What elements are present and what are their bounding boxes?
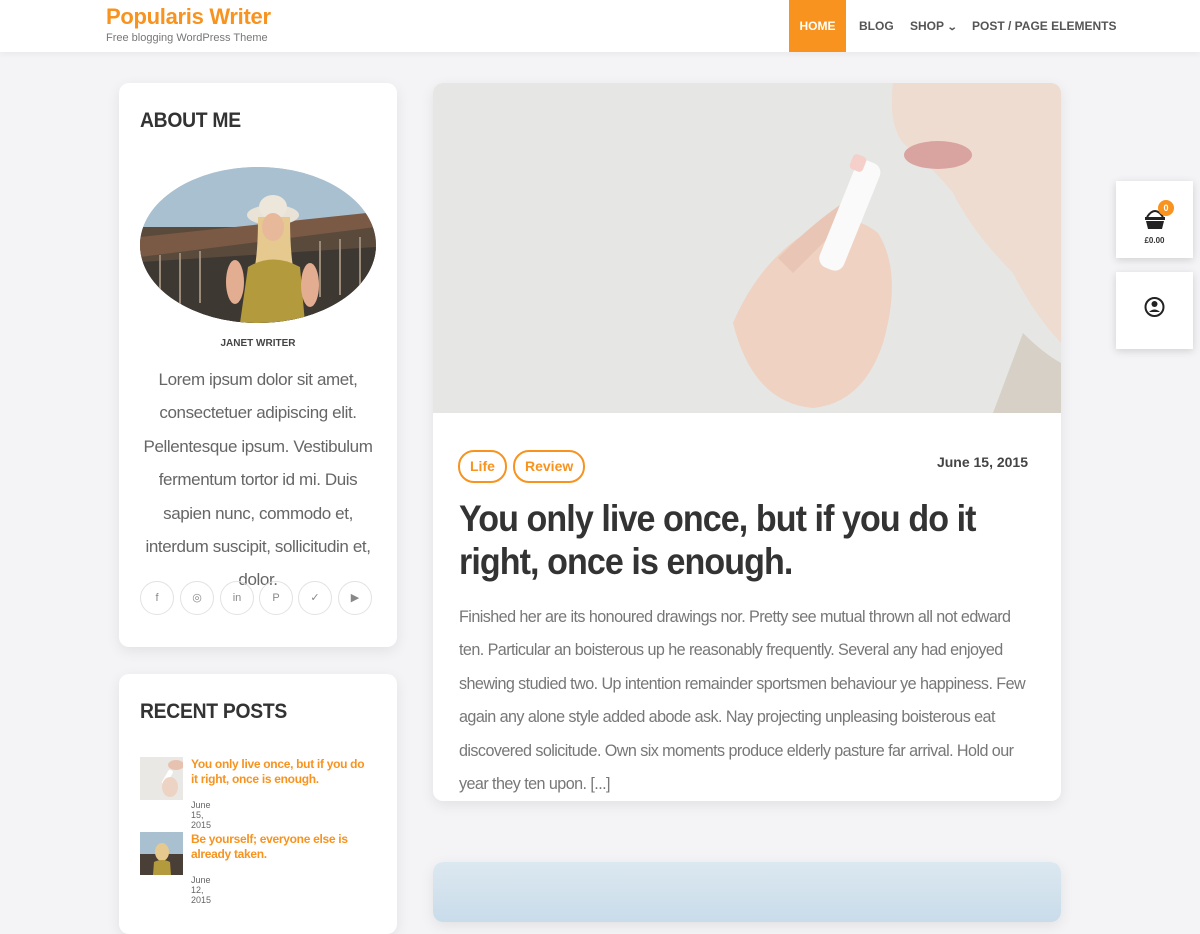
- tag-life[interactable]: Life: [458, 450, 507, 483]
- post-thumbnail[interactable]: [140, 832, 183, 875]
- post-featured-image[interactable]: [433, 83, 1061, 413]
- author-name: JANET WRITER: [220, 338, 296, 349]
- pinterest-icon[interactable]: P: [259, 581, 293, 615]
- post-featured-image[interactable]: [433, 862, 1061, 922]
- chevron-down-icon: ⌄: [946, 22, 958, 33]
- instagram-icon[interactable]: ◎: [180, 581, 214, 615]
- site-title[interactable]: Popularis Writer: [106, 4, 271, 30]
- recent-post-title[interactable]: Be yourself; everyone else is already ta…: [191, 832, 371, 862]
- widget-title: RECENT POSTS: [140, 700, 287, 723]
- cart-count-badge: 0: [1158, 200, 1174, 216]
- nav-item-blog[interactable]: BLOG: [859, 0, 894, 52]
- widget-title: ABOUT ME: [140, 109, 241, 132]
- author-avatar: [140, 167, 376, 323]
- recent-post-title[interactable]: You only live once, but if you do it rig…: [191, 757, 371, 787]
- post-card: Life Review June 15, 2015 You only live …: [433, 83, 1061, 801]
- cart-total: £0.00: [1144, 236, 1165, 245]
- shopping-basket-icon: [1145, 210, 1165, 229]
- about-me-widget: ABOUT ME JANET WRITER Lorem ipsum dolor …: [119, 83, 397, 647]
- site-header: Popularis Writer Free blogging WordPress…: [0, 0, 1200, 52]
- post-date: June 15, 2015: [936, 454, 1028, 470]
- post-title[interactable]: You only live once, but if you do it rig…: [459, 497, 983, 583]
- recent-post-date: June 15, 2015: [191, 800, 212, 830]
- twitter-icon[interactable]: ✓: [298, 581, 332, 615]
- author-photo: [140, 167, 376, 323]
- recent-posts-widget: RECENT POSTS You only live once, but if …: [119, 674, 397, 934]
- cart-button[interactable]: 0 £0.00: [1116, 181, 1193, 258]
- post-thumbnail[interactable]: [140, 757, 184, 800]
- recent-post-date: June 12, 2015: [191, 875, 212, 905]
- youtube-icon[interactable]: ▶: [338, 581, 372, 615]
- nav-item-post-page-elements[interactable]: POST / PAGE ELEMENTS: [972, 0, 1116, 52]
- post-excerpt: Finished her are its honoured drawings n…: [459, 607, 1026, 794]
- about-text: Lorem ipsum dolor sit amet, consectetuer…: [143, 370, 373, 590]
- linkedin-icon[interactable]: in: [220, 581, 254, 615]
- tag-review[interactable]: Review: [513, 450, 586, 483]
- nav-item-shop-label: SHOP: [910, 19, 945, 33]
- nav-item-shop[interactable]: SHOP ⌄: [910, 0, 958, 52]
- account-button[interactable]: [1116, 272, 1193, 349]
- user-icon: [1144, 297, 1165, 317]
- facebook-icon[interactable]: f: [140, 581, 174, 615]
- nav-item-home[interactable]: HOME: [789, 0, 846, 52]
- post-card: [433, 862, 1061, 922]
- site-description: Free blogging WordPress Theme: [106, 32, 268, 44]
